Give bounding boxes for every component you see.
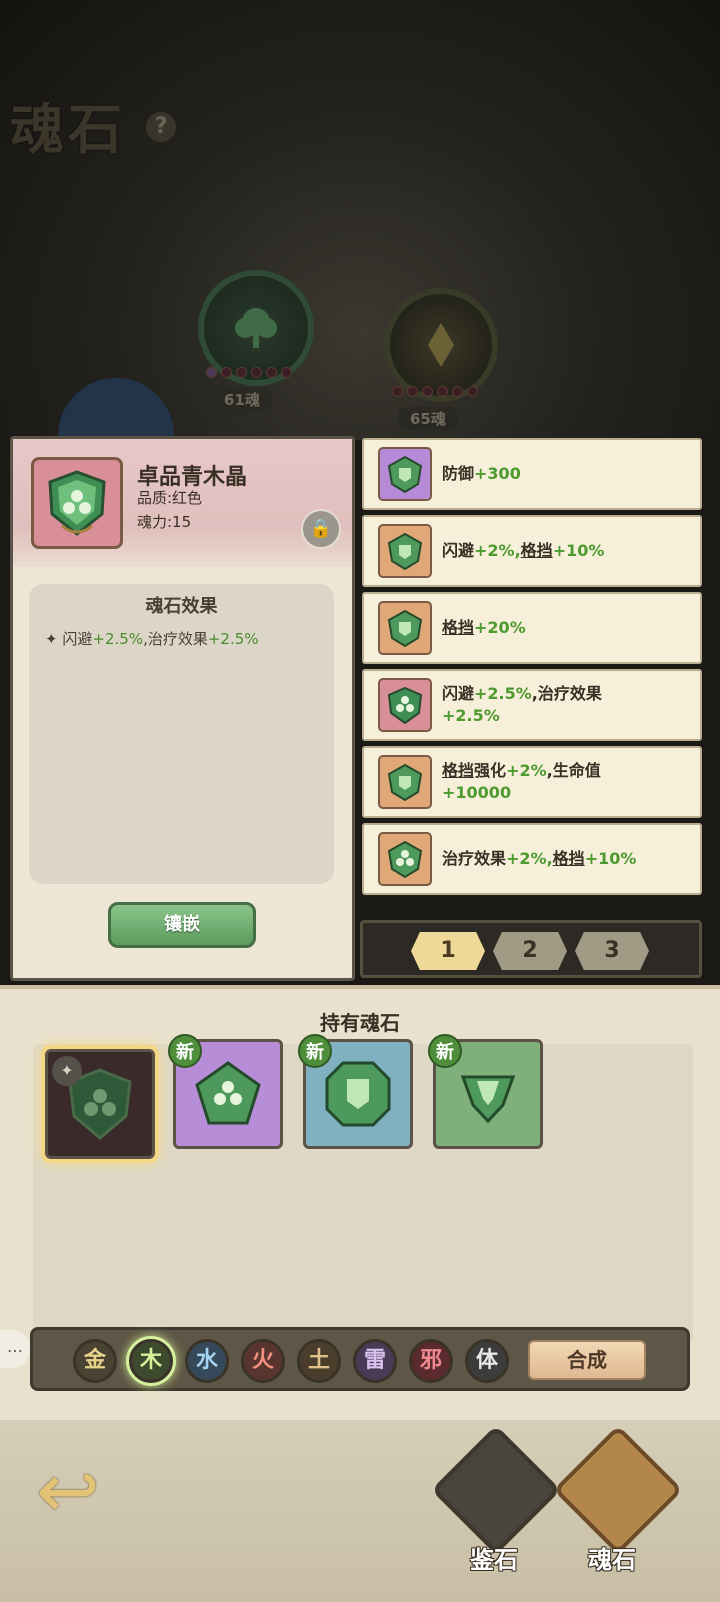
filter-wood[interactable]: 木 [129, 1339, 173, 1383]
inventory-item[interactable]: ✦ [45, 1049, 155, 1159]
lock-icon[interactable]: 🔒 [301, 509, 341, 549]
soulstone-tab-label: 魂石 [588, 1546, 636, 1574]
diamond-icon [384, 288, 498, 402]
clover-gem-icon [378, 678, 432, 732]
list-item[interactable]: 治疗效果+2%,格挡+10% [362, 823, 702, 895]
inventory-item[interactable]: 新 [168, 1034, 283, 1149]
filter-thunder[interactable]: 雷 [353, 1339, 397, 1383]
appraise-tab[interactable] [430, 1424, 562, 1556]
soulstone-tab[interactable] [552, 1424, 684, 1556]
filter-fire[interactable]: 火 [241, 1339, 285, 1383]
slot-soul-label-2: 65魂 [398, 407, 458, 430]
clover-gem-icon [378, 832, 432, 886]
page-selector: 1 2 3 [360, 920, 702, 978]
scene-background [0, 0, 720, 440]
stone-quality: 品质:红色 [137, 489, 203, 507]
new-badge: 新 [298, 1034, 332, 1068]
filter-water[interactable]: 水 [185, 1339, 229, 1383]
shield-gem-icon [378, 601, 432, 655]
bottom-nav: ↩ 鉴石 魂石 [0, 1420, 720, 1602]
slot-soul-label: 61魂 [212, 388, 272, 411]
merge-button[interactable]: 合成 [528, 1340, 646, 1380]
new-badge: 新 [428, 1034, 462, 1068]
effect-text: ✦ 闪避+2.5%,治疗效果+2.5% [45, 630, 259, 648]
page-button-2[interactable]: 2 [493, 932, 567, 970]
appraise-tab-label: 鉴石 [470, 1546, 518, 1574]
star-icon: ✦ [52, 1056, 82, 1086]
sparkle-icon: ✦ [45, 630, 58, 648]
shield-gem-icon [378, 524, 432, 578]
filter-metal[interactable]: 金 [73, 1339, 117, 1383]
stone-detail-panel: 卓品青木晶 品质:红色 魂力:15 🔒 魂石效果 ✦ 闪避+2.5%,治疗效果+… [10, 436, 355, 981]
page-title: 魂石 [10, 97, 126, 161]
shield-gem-icon [378, 755, 432, 809]
selected-stone-icon [31, 457, 123, 549]
inventory-item[interactable]: 新 [428, 1034, 543, 1149]
back-arrow-icon[interactable]: ↩ [22, 1450, 114, 1532]
slot-level-dots [206, 367, 292, 378]
shield-gem-icon [460, 1075, 516, 1124]
page-button-3[interactable]: 3 [575, 932, 649, 970]
effect-title: 魂石效果 [145, 596, 218, 617]
stone-power: 魂力:15 [137, 513, 192, 531]
equip-button[interactable]: 镶嵌 [108, 902, 256, 948]
list-item[interactable]: 格挡强化+2%,生命值 +10000 [362, 746, 702, 818]
slot-level-dots-2 [392, 386, 478, 397]
new-badge: 新 [168, 1034, 202, 1068]
page-button-1[interactable]: 1 [411, 932, 485, 970]
filter-body[interactable]: 体 [465, 1339, 509, 1383]
list-item[interactable]: 闪避+2%,格挡+10% [362, 515, 702, 587]
soul-slot-diamond[interactable] [384, 288, 498, 402]
list-item[interactable]: 闪避+2.5%,治疗效果 +2.5% [362, 669, 702, 741]
filter-evil[interactable]: 邪 [409, 1339, 453, 1383]
inventory-item[interactable]: 新 [298, 1034, 413, 1149]
list-item[interactable]: 格挡+20% [362, 592, 702, 664]
element-filter-bar: 金 木 水 火 土 雷 邪 体 合成 [30, 1327, 690, 1391]
effect-box: 魂石效果 ✦ 闪避+2.5%,治疗效果+2.5% [29, 584, 334, 884]
help-icon[interactable]: ? [146, 112, 176, 142]
shield-gem-icon [378, 447, 432, 501]
list-item[interactable]: 防御+300 [362, 438, 702, 510]
inventory-title: 持有魂石 [320, 1011, 400, 1035]
pentagon-gem-icon [195, 1061, 261, 1125]
octagon-gem-icon [325, 1061, 391, 1127]
filter-earth[interactable]: 土 [297, 1339, 341, 1383]
